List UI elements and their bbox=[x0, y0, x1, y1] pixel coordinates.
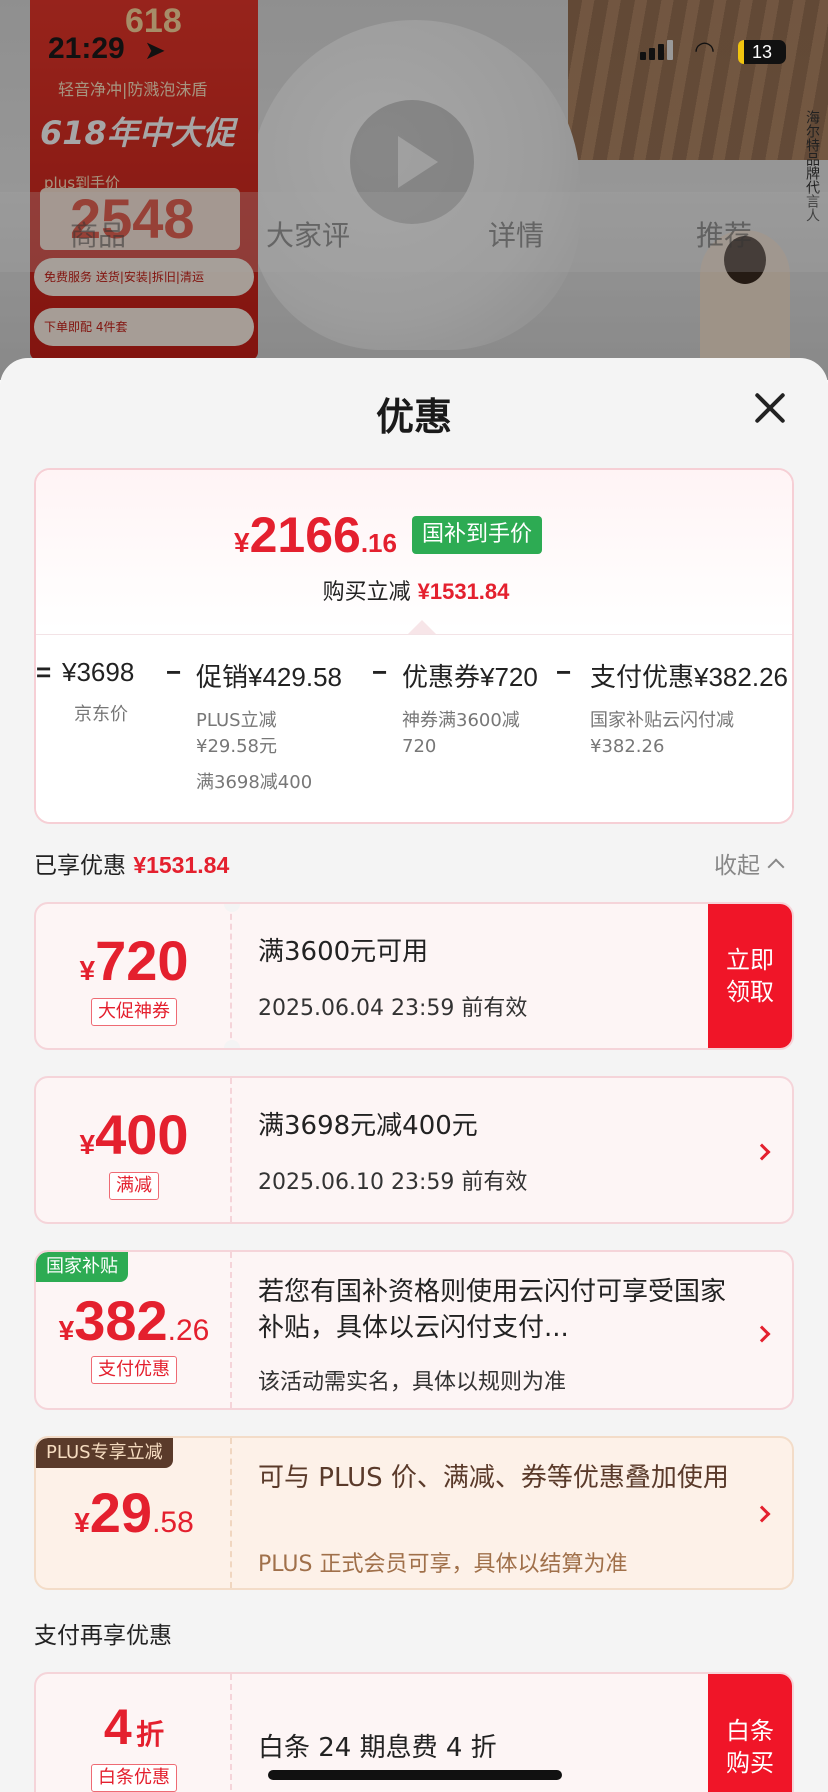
coupon-amount: ¥382.26 bbox=[36, 1288, 232, 1353]
pointer-triangle bbox=[408, 620, 436, 634]
final-price-dec: .16 bbox=[360, 528, 397, 558]
coupon-validity: 2025.06.04 23:59 前有效 bbox=[258, 996, 528, 1021]
promo-name: 促销 bbox=[196, 663, 249, 693]
amount-currency: ¥ bbox=[74, 1507, 90, 1538]
jd-price-desc: 京东价 bbox=[74, 704, 128, 725]
coupon-tag: 支付优惠 bbox=[91, 1356, 177, 1384]
enjoyed-value: ¥1531.84 bbox=[133, 852, 230, 878]
collapse-button[interactable]: 收起 bbox=[714, 846, 785, 880]
sheet-title: 优惠 bbox=[375, 395, 452, 439]
coupon-value: ¥720 bbox=[480, 662, 538, 692]
price-breakdown: = ¥3698 京东价 − 促销¥429.58 PLUS立减 ¥29.58元 满… bbox=[36, 634, 792, 822]
coupon-amount: ¥400 bbox=[36, 1102, 232, 1167]
final-price: ¥2166.16 bbox=[234, 506, 397, 564]
chevron-right-icon[interactable] bbox=[753, 1325, 771, 1343]
breakdown-promo: 促销¥429.58 PLUS立减 ¥29.58元 满3698减400 bbox=[196, 657, 342, 796]
coupon-tag: 大促神券 bbox=[91, 998, 177, 1026]
reduction-label: 购买立减 bbox=[322, 580, 411, 605]
payment-name: 支付优惠 bbox=[590, 663, 695, 693]
amount-currency: ¥ bbox=[79, 1129, 96, 1160]
purchase-reduction: 购买立减 ¥1531.84 bbox=[36, 574, 792, 606]
coupon-card-720[interactable]: ¥720 大促神券 满3600元可用 2025.06.04 23:59 前有效 … bbox=[34, 902, 794, 1050]
coupon-card-400[interactable]: ¥400 满减 满3698元减400元 2025.06.10 23:59 前有效 bbox=[34, 1076, 794, 1224]
chevron-up-icon bbox=[767, 858, 785, 875]
pay-section-title: 支付再享优惠 bbox=[34, 1623, 172, 1649]
coupon-amount: ¥720 bbox=[36, 928, 232, 993]
amount-int: 382 bbox=[74, 1289, 168, 1352]
chevron-right-icon[interactable] bbox=[753, 1505, 771, 1523]
coupon-note: 该活动需实名，具体以规则为准 bbox=[258, 1370, 567, 1395]
location-arrow-icon: ➤ bbox=[144, 36, 166, 66]
subsidy-price-badge: 国补到手价 bbox=[412, 516, 543, 554]
amount-unit: 折 bbox=[136, 1719, 165, 1750]
enjoyed-discount: 已享优惠 ¥1531.84 bbox=[34, 846, 229, 880]
signal-icon bbox=[640, 40, 676, 60]
payment-value: ¥382.26 bbox=[694, 662, 788, 692]
price-summary-card: ¥2166.16 国补到手价 购买立减 ¥1531.84 = ¥3698 京东价… bbox=[34, 468, 794, 824]
coupon-title: 满3698元减400元 bbox=[258, 1111, 478, 1141]
amount-int: 720 bbox=[95, 929, 189, 992]
coupon-validity: 2025.06.10 23:59 前有效 bbox=[258, 1170, 528, 1195]
claim-now-label: 立即领取 bbox=[726, 946, 774, 1006]
amount-int: 400 bbox=[95, 1103, 189, 1166]
coupon-title: 满3600元可用 bbox=[258, 937, 429, 967]
baitiao-buy-button[interactable]: 白条购买 bbox=[708, 1674, 792, 1792]
wifi-icon: ◠ bbox=[694, 36, 715, 64]
amount-int: 4 bbox=[103, 1699, 132, 1755]
coupon-title: 若您有国补资格则使用云闪付可享受国家补贴，具体以云闪付支付... bbox=[258, 1277, 727, 1343]
coupon-amount: 4 折 bbox=[36, 1698, 232, 1756]
status-time: 21:29 bbox=[48, 32, 125, 65]
coupon-name: 优惠券 bbox=[402, 663, 481, 693]
payment-desc: 国家补贴云闪付减 ¥382.26 bbox=[590, 710, 734, 757]
final-price-int: 2166 bbox=[249, 507, 361, 563]
enjoyed-label: 已享优惠 bbox=[34, 853, 126, 879]
coupon-tag: 满减 bbox=[109, 1172, 159, 1200]
battery-icon: 13 bbox=[738, 40, 786, 64]
coupon-note: PLUS 正式会员可享，具体以结算为准 bbox=[258, 1552, 628, 1577]
amount-currency: ¥ bbox=[79, 955, 96, 986]
close-icon[interactable] bbox=[750, 388, 790, 428]
breakdown-jd-price: ¥3698 京东价 bbox=[62, 657, 134, 728]
home-indicator[interactable] bbox=[268, 1770, 562, 1780]
collapse-label: 收起 bbox=[714, 853, 760, 879]
breakdown-coupon: 优惠券¥720 神券满3600减 720 bbox=[402, 657, 542, 760]
coupon-title: 白条 24 期息费 4 折 bbox=[258, 1733, 497, 1763]
promo-value: ¥429.58 bbox=[248, 662, 342, 692]
plus-exclusive-badge: PLUS专享立减 bbox=[36, 1438, 173, 1468]
coupon-card-plus[interactable]: PLUS专享立减 ¥29.58 可与 PLUS 价、满减、券等优惠叠加使用 PL… bbox=[34, 1436, 794, 1590]
coupon-desc: 神券满3600减 720 bbox=[402, 710, 520, 757]
minus-sign: − bbox=[166, 657, 182, 687]
coupon-amount: ¥29.58 bbox=[36, 1480, 232, 1545]
national-subsidy-badge: 国家补贴 bbox=[36, 1252, 128, 1282]
amount-dec: .26 bbox=[167, 1314, 210, 1347]
coupon-tag: 白条优惠 bbox=[91, 1764, 177, 1792]
claim-now-button[interactable]: 立即领取 bbox=[708, 904, 792, 1048]
amount-dec: .58 bbox=[152, 1506, 194, 1539]
jd-price-value: ¥3698 bbox=[62, 657, 135, 687]
final-price-currency: ¥ bbox=[234, 527, 250, 558]
chevron-right-icon[interactable] bbox=[753, 1143, 771, 1161]
promo-desc: PLUS立减 ¥29.58元 bbox=[196, 710, 277, 757]
coupon-title: 可与 PLUS 价、满减、券等优惠叠加使用 bbox=[258, 1463, 729, 1493]
minus-sign: − bbox=[372, 657, 388, 687]
breakdown-payment: 支付优惠¥382.26 国家补贴云闪付减 ¥382.26 bbox=[590, 657, 788, 760]
promo-desc2: 满3698减400 bbox=[196, 772, 313, 793]
coupon-card-subsidy[interactable]: 国家补贴 ¥382.26 支付优惠 若您有国补资格则使用云闪付可享受国家补贴，具… bbox=[34, 1250, 794, 1410]
discount-sheet: 优惠 ¥2166.16 国补到手价 购买立减 ¥1531.84 = ¥3698 … bbox=[0, 358, 828, 1792]
amount-int: 29 bbox=[89, 1481, 153, 1544]
minus-sign: − bbox=[556, 657, 572, 687]
baitiao-buy-label: 白条购买 bbox=[726, 1717, 774, 1777]
status-bar: 21:29 ➤ ◠ 13 bbox=[0, 0, 828, 100]
equals-sign: = bbox=[36, 657, 52, 687]
battery-level: 13 bbox=[751, 42, 773, 62]
amount-currency: ¥ bbox=[58, 1315, 75, 1346]
reduction-value: ¥1531.84 bbox=[417, 579, 510, 604]
